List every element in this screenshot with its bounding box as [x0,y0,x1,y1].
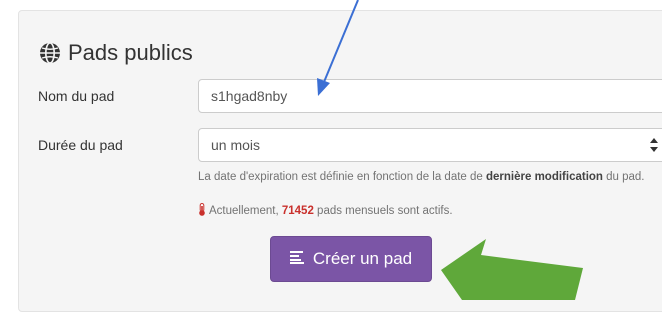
status-prefix: Actuellement, [209,205,282,217]
expiration-help-text: La date d'expiration est définie en fonc… [198,169,662,186]
help-text-suffix: du pad. [602,171,645,183]
active-pads-status: Actuellement, 71452 pads mensuels sont a… [198,203,662,222]
pad-duration-selected: un mois [211,137,261,153]
pad-duration-select[interactable]: un mois [198,128,662,162]
status-suffix: pads mensuels sont actifs. [313,205,453,217]
active-pads-count: 71452 [281,205,314,217]
pad-name-input[interactable]: s1hgad8nby [198,79,662,113]
section-title: Pads publics [68,40,193,65]
select-caret-icon [650,138,658,152]
help-text-bold: dernière modification [486,171,603,183]
create-pad-label: Créer un pad [312,249,413,268]
help-text-prefix: La date d'expiration est définie en fonc… [198,171,486,183]
section-heading: Pads publics [38,38,193,68]
align-left-icon [289,249,306,269]
pad-name-value: s1hgad8nby [211,88,288,104]
pad-duration-label: Durée du pad [38,137,123,153]
thermometer-icon [198,203,206,222]
pad-name-label: Nom du pad [38,88,115,104]
create-pad-button[interactable]: Créer un pad [270,236,432,282]
globe-icon [38,41,62,65]
